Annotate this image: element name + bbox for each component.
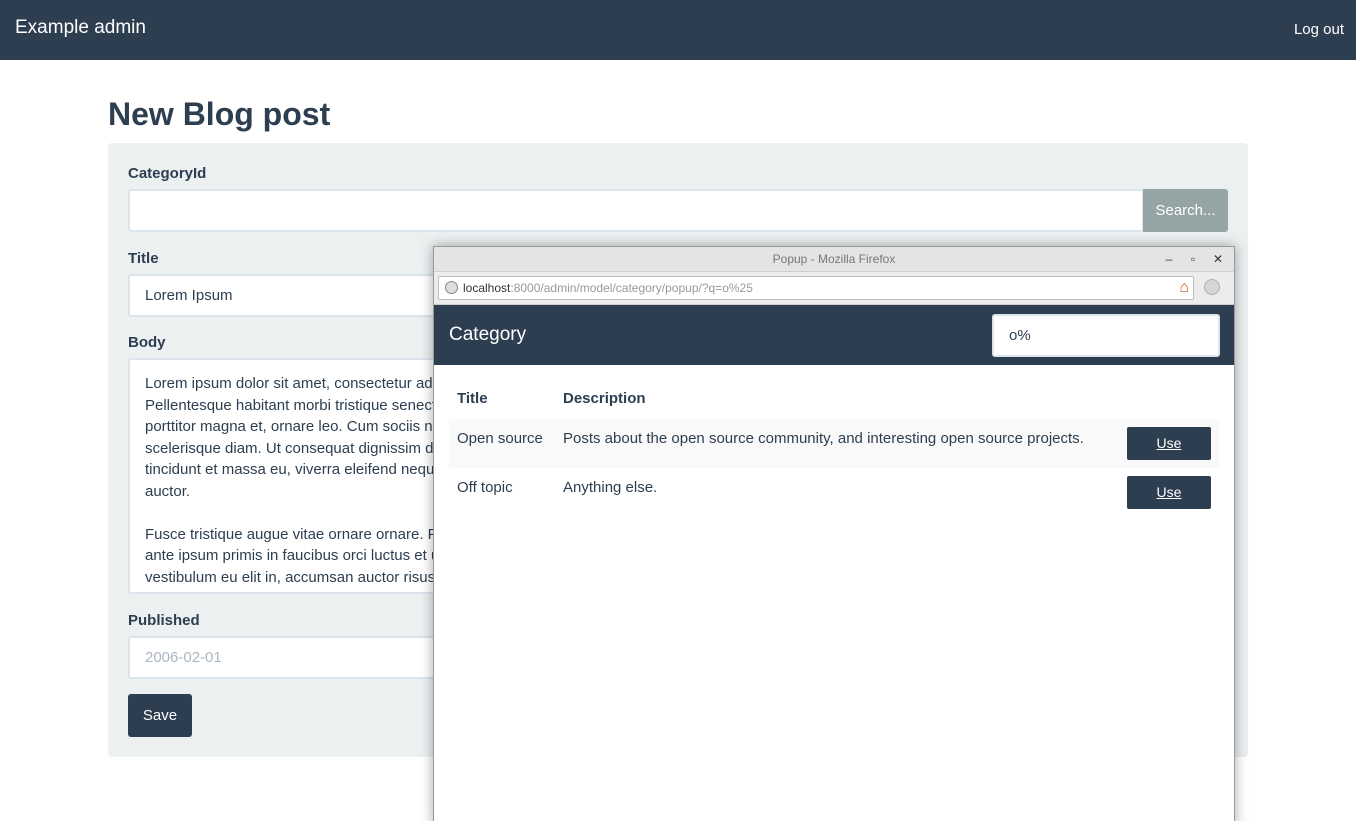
row-title: Off topic (457, 479, 513, 496)
top-navbar: Example admin Log out (0, 0, 1356, 60)
table-header-row: Title Description (449, 381, 1219, 419)
table-row: Off topic Anything else. Use (449, 468, 1219, 517)
row-description: Posts about the open source community, a… (563, 430, 1084, 447)
use-button[interactable]: Use (1127, 476, 1211, 509)
page-title-model: Blog post (182, 96, 331, 132)
logout-link[interactable]: Log out (1294, 21, 1344, 38)
url-host: localhost (463, 281, 511, 295)
maximize-icon[interactable]: ▫ (1184, 250, 1202, 268)
category-search-button[interactable]: Search... (1143, 189, 1228, 232)
window-title: Popup - Mozilla Firefox (772, 252, 896, 266)
page-title-prefix: New (108, 96, 183, 132)
use-button[interactable]: Use (1127, 427, 1211, 460)
title-label: Title (128, 250, 159, 267)
save-button[interactable]: Save (128, 694, 192, 737)
row-title: Open source (457, 430, 543, 447)
globe-icon (445, 281, 458, 294)
close-icon[interactable]: ✕ (1209, 250, 1227, 268)
popup-header: Category o% (434, 305, 1234, 365)
search-engine-icon[interactable] (1204, 279, 1220, 295)
minimize-icon[interactable]: – (1160, 250, 1178, 268)
popup-title: Category (449, 324, 527, 345)
category-table: Title Description Open source Posts abou… (449, 381, 1219, 517)
row-description: Anything else. (563, 479, 658, 496)
home-icon[interactable]: ⌂ (1179, 278, 1189, 298)
url-path: :8000/admin/model/category/popup/?q=o%25 (510, 281, 753, 295)
published-label: Published (128, 612, 200, 629)
body-label: Body (128, 334, 166, 351)
page-title: New Blog post (108, 96, 330, 133)
navigation-toolbar: localhost:8000/admin/model/category/popu… (434, 272, 1234, 305)
category-label: CategoryId (128, 165, 207, 182)
popup-window: Popup - Mozilla Firefox – ▫ ✕ localhost:… (433, 246, 1235, 821)
category-id-input[interactable] (128, 189, 1144, 232)
table-row: Open source Posts about the open source … (449, 419, 1219, 468)
column-header-description: Description (563, 390, 646, 407)
window-titlebar[interactable]: Popup - Mozilla Firefox – ▫ ✕ (434, 247, 1234, 272)
popup-search-input[interactable]: o% (992, 314, 1220, 357)
url-bar[interactable]: localhost:8000/admin/model/category/popu… (438, 276, 1194, 300)
brand-link[interactable]: Example admin (15, 17, 146, 39)
column-header-title: Title (457, 390, 488, 407)
